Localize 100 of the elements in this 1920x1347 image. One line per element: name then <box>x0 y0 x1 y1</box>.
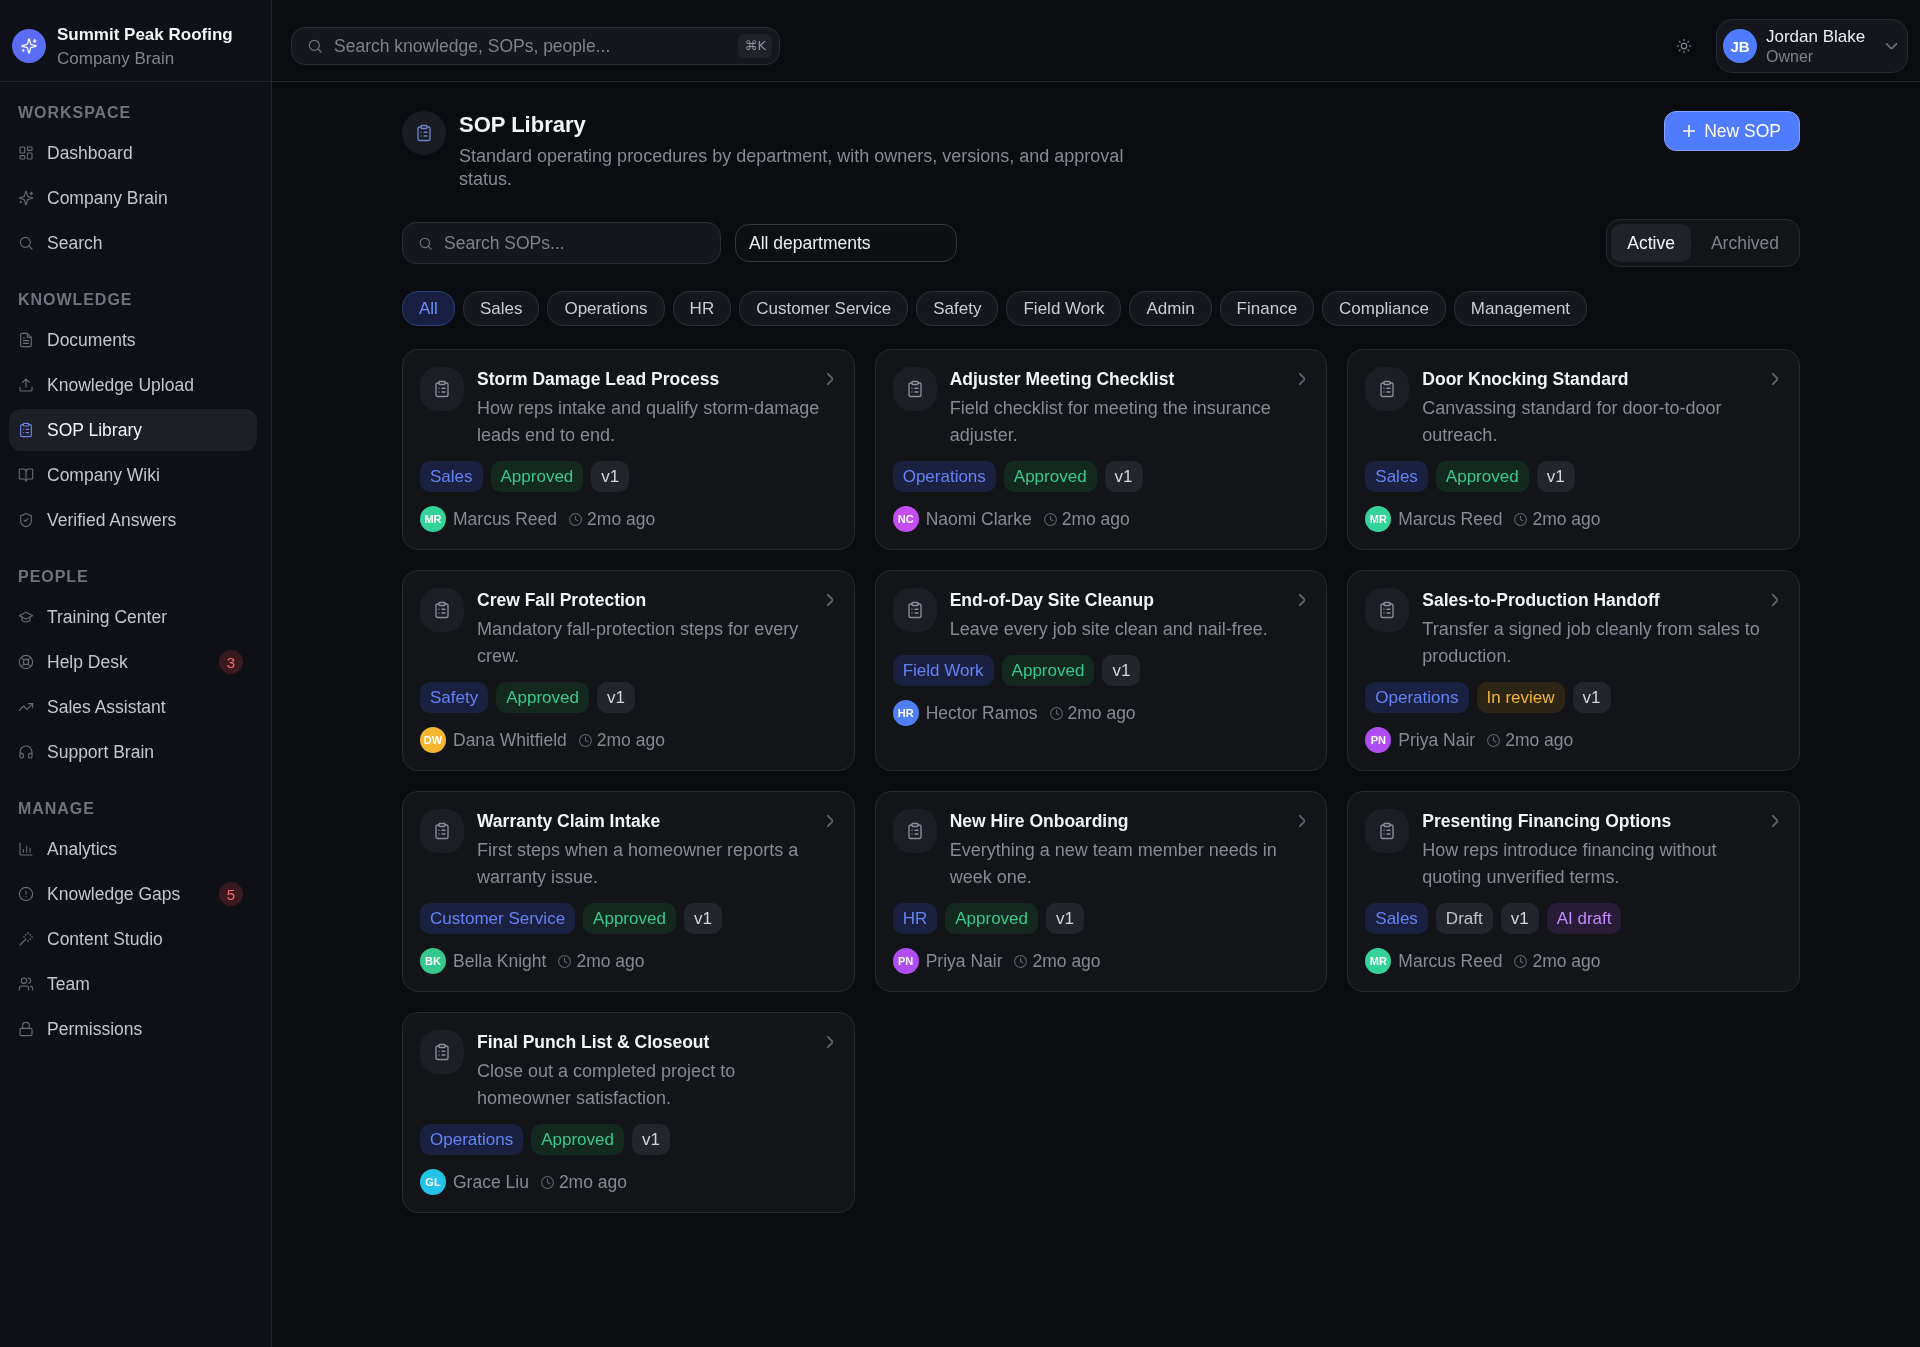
status-tag: Approved <box>1001 655 1095 686</box>
sidebar-item[interactable]: Documents <box>9 319 257 361</box>
card-description: Transfer a signed job cleanly from sales to production. <box>1422 618 1761 668</box>
clock-icon <box>569 512 583 526</box>
sidebar-item[interactable]: Permissions <box>9 1008 257 1050</box>
version-tag: v1 <box>631 1124 670 1155</box>
author-avatar: GL <box>420 1169 446 1195</box>
status-tag: Draft <box>1435 903 1493 934</box>
category-chip[interactable]: HR <box>672 291 732 326</box>
sidebar-item[interactable]: Help Desk 3 <box>9 641 257 683</box>
count-badge: 5 <box>219 882 243 906</box>
updated-time: 2mo ago <box>1532 508 1601 530</box>
card-description: Close out a completed project to homeowner satisfaction. <box>477 1060 737 1110</box>
author-avatar: PN <box>1365 727 1392 753</box>
department-tag: HR <box>892 903 938 934</box>
clock-icon <box>1049 706 1063 720</box>
category-chip[interactable]: Management <box>1453 291 1588 326</box>
author-name: Marcus Reed <box>453 508 558 530</box>
users-icon <box>18 976 34 992</box>
sop-card[interactable]: Storm Damage Lead Process How reps intake and qualify storm-damage leads end to end. Sales Approved v1 MR Marcus Reed 2mo ago <box>402 349 855 550</box>
clipboard-icon <box>892 367 937 411</box>
new-sop-button[interactable]: New SOP <box>1664 111 1800 151</box>
sidebar-item[interactable]: Sales Assistant <box>9 686 257 728</box>
status-tag: Approved <box>490 461 584 492</box>
clipboard-icon <box>1365 809 1410 853</box>
author-avatar: MR <box>420 506 446 532</box>
chevron-right-icon <box>1299 373 1306 385</box>
sidebar-item[interactable]: Verified Answers <box>9 499 257 541</box>
card-description: First steps when a homeowner reports a warranty issue. <box>477 839 800 889</box>
author-name: Priya Nair <box>1398 729 1476 751</box>
sidebar-item[interactable]: Search <box>9 222 257 264</box>
sidebar-item[interactable]: Team <box>9 963 257 1005</box>
sun-icon[interactable] <box>1676 38 1692 54</box>
plus-icon <box>1683 125 1696 137</box>
sidebar-item[interactable]: Content Studio <box>9 918 257 960</box>
chevron-right-icon <box>1299 815 1306 827</box>
sop-card[interactable]: Sales-to-Production Handoff Transfer a signed job cleanly from sales to production. Operations In review v1 PN Priya Nair 2mo ago <box>1347 570 1800 771</box>
sop-card[interactable]: Adjuster Meeting Checklist Field checklist for meeting the insurance adjuster. Operations Approved v1 NC Naomi Clarke 2mo ago <box>874 349 1328 550</box>
version-tag: v1 <box>1046 903 1084 934</box>
author-avatar: NC <box>892 506 919 532</box>
category-chip[interactable]: All <box>402 291 455 326</box>
sidebar-item[interactable]: Company Brain <box>9 177 257 219</box>
page-subtitle: Standard operating procedures by department, with owners, versions, and approval status. <box>459 145 1125 191</box>
author-name: Dana Whitfield <box>453 729 567 751</box>
department-tag: Operations <box>1365 682 1469 713</box>
status-tag: Approved <box>531 1124 624 1155</box>
category-chip[interactable]: Operations <box>547 291 665 326</box>
category-chip[interactable]: Sales <box>462 291 540 326</box>
sop-card[interactable]: End-of-Day Site Cleanup Leave every job site clean and nail-free. Field Work Approved v1 HR Hector Ramos 2mo ago <box>874 570 1328 771</box>
clock-icon <box>540 1175 554 1189</box>
department-tag: Field Work <box>892 655 994 686</box>
alert-circle-icon <box>18 886 34 902</box>
version-tag: v1 <box>1536 461 1575 492</box>
sidebar-item[interactable]: Knowledge Upload <box>9 364 257 406</box>
clock-icon <box>1487 733 1501 747</box>
sop-card[interactable]: Crew Fall Protection Mandatory fall-protection steps for every crew. Safety Approved v1 DW Dana Whitfield 2mo ago <box>402 570 855 771</box>
category-chip[interactable]: Compliance <box>1322 291 1446 326</box>
chevron-right-icon <box>1772 594 1778 606</box>
category-chip[interactable]: Customer Service <box>739 291 909 326</box>
clipboard-icon <box>420 1030 464 1074</box>
department-tag: Sales <box>1365 903 1428 934</box>
chevron-right-icon <box>1772 373 1778 385</box>
status-tab[interactable]: Archived <box>1694 224 1795 262</box>
category-chip[interactable]: Safety <box>916 291 999 326</box>
card-title: Presenting Financing Options <box>1422 810 1672 832</box>
lifebuoy-icon <box>18 654 34 670</box>
author-avatar: MR <box>1365 506 1392 532</box>
status-tag: Approved <box>1003 461 1097 492</box>
category-chip[interactable]: Finance <box>1219 291 1315 326</box>
sop-card[interactable]: New Hire Onboarding Everything a new team member needs in week one. HR Approved v1 PN Priya Nair 2mo ago <box>874 791 1328 992</box>
status-tag: In review <box>1476 682 1565 713</box>
sop-card[interactable]: Presenting Financing Options How reps introduce financing without quoting unverified terms. Sales Draft v1 AI draft MR Marcus Reed 2mo ago <box>1347 791 1800 992</box>
sidebar-item[interactable]: Training Center <box>9 596 257 638</box>
section-label: KNOWLEDGE <box>17 290 133 310</box>
sop-card[interactable]: Final Punch List & Closeout Close out a completed project to homeowner satisfaction. Operations Approved v1 GL Grace Liu 2mo ago <box>402 1012 855 1213</box>
sidebar-item[interactable]: Analytics <box>9 828 257 870</box>
sparkle-icon <box>18 190 34 206</box>
page-title: SOP Library <box>459 111 587 139</box>
status-tab[interactable]: Active <box>1611 224 1691 262</box>
version-tag: v1 <box>597 682 635 713</box>
card-description: Everything a new team member needs in week one. <box>949 839 1278 889</box>
sidebar-item[interactable]: Support Brain <box>9 731 257 773</box>
sop-card[interactable]: Door Knocking Standard Canvassing standard for door-to-door outreach. Sales Approved v1 MR Marcus Reed 2mo ago <box>1347 349 1800 550</box>
department-select[interactable]: All departments <box>735 224 957 262</box>
section-label: PEOPLE <box>17 567 89 587</box>
chevron-down-icon <box>1886 43 1897 49</box>
clock-icon <box>558 954 572 968</box>
category-chip[interactable]: Admin <box>1129 291 1212 326</box>
user-avatar: JB <box>1723 29 1757 63</box>
author-name: Naomi Clarke <box>925 508 1032 530</box>
sidebar-item[interactable]: Company Wiki <box>9 454 257 496</box>
sop-search-field[interactable]: Search SOPs... <box>402 222 721 264</box>
card-description: How reps intake and qualify storm-damage leads end to end. <box>477 397 821 447</box>
sop-card[interactable]: Warranty Claim Intake First steps when a homeowner reports a warranty issue. Customer Service Approved v1 BK Bella Knight 2mo ago <box>402 791 855 992</box>
version-tag: v1 <box>1572 682 1611 713</box>
version-tag: v1 <box>1500 903 1539 934</box>
sidebar-item[interactable]: SOP Library <box>9 409 257 451</box>
sidebar-item[interactable]: Knowledge Gaps 5 <box>9 873 257 915</box>
sidebar-item[interactable]: Dashboard <box>9 132 257 174</box>
category-chip[interactable]: Field Work <box>1006 291 1122 326</box>
